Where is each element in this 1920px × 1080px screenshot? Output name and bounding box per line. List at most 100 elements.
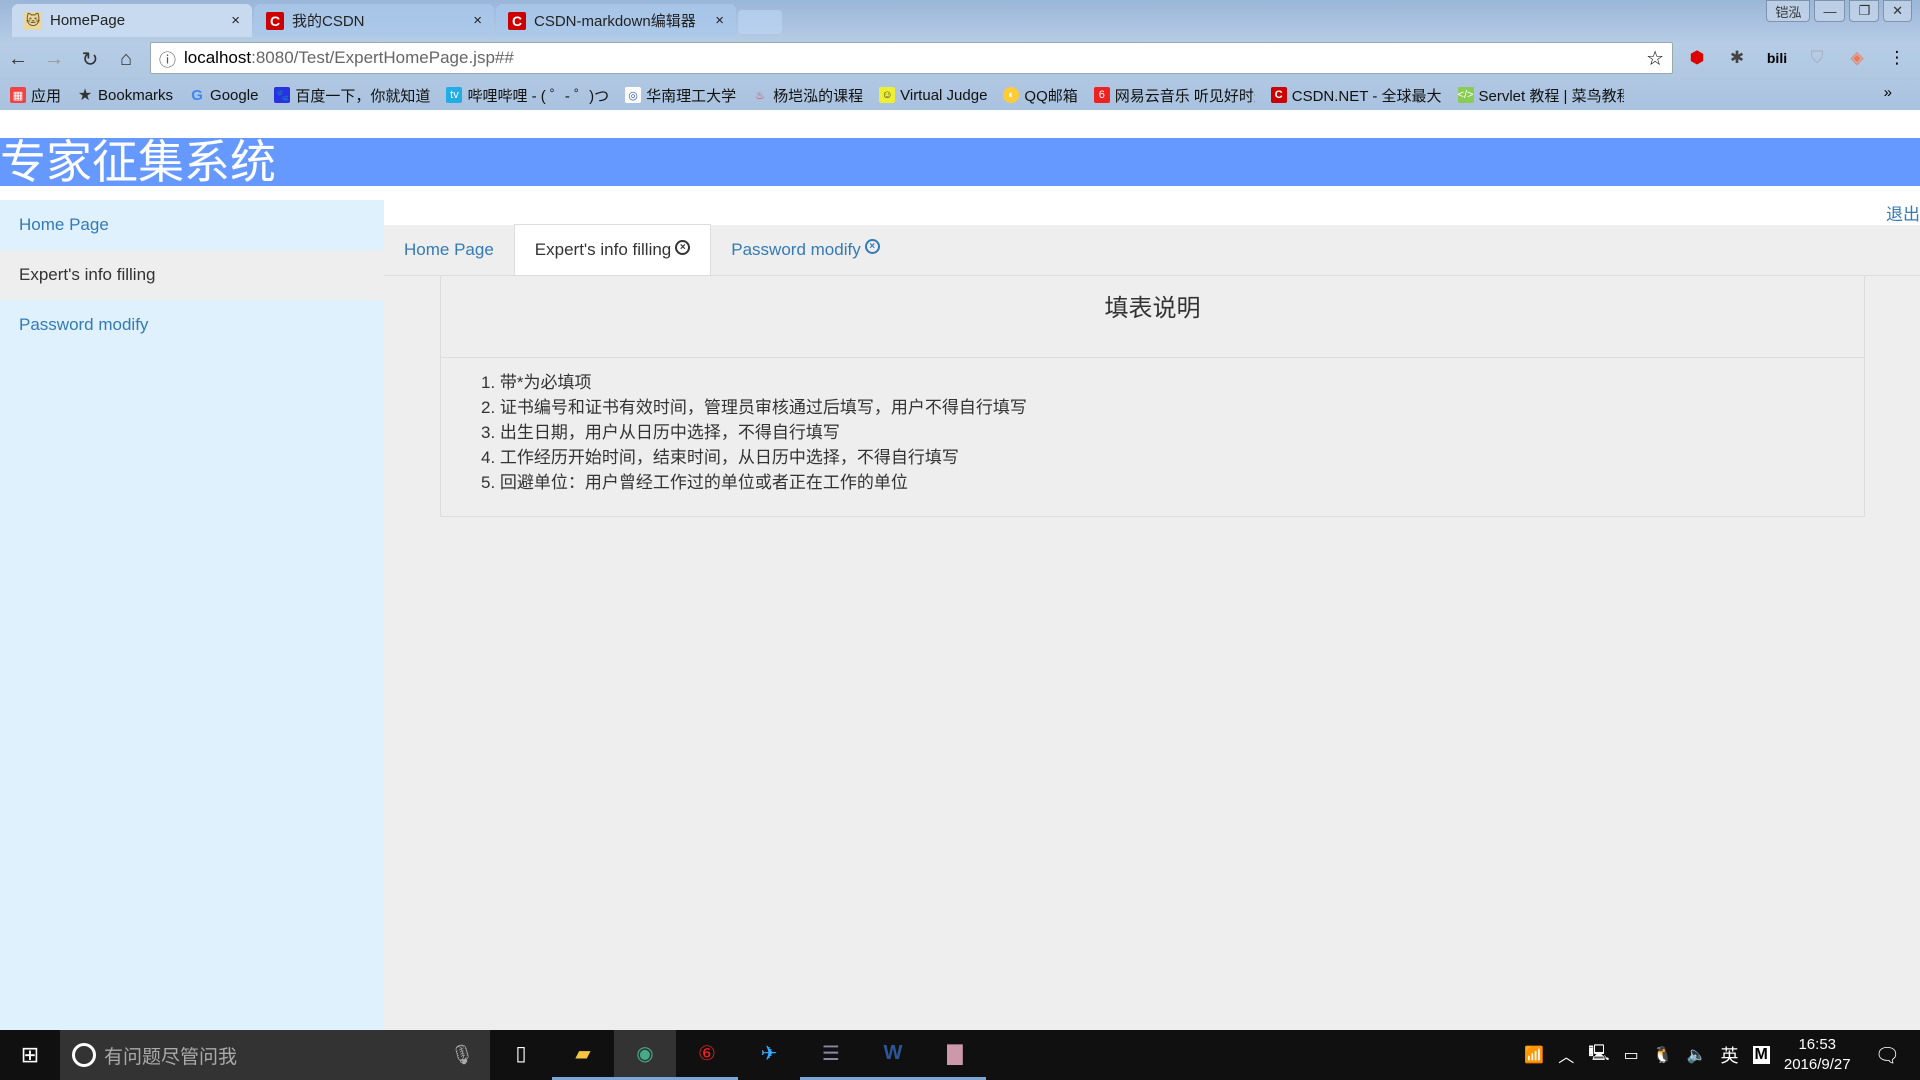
bookmark-item[interactable]: ◎ 华南理工大学 [625,85,736,106]
chevron-up-icon[interactable]: ︿ [1558,1043,1574,1067]
bookmark-item[interactable]: ♨ 杨垲泓的课程 [752,85,863,106]
instructions-panel: 填表说明 1. 带*为必填项 2. 证书编号和证书有效时间，管理员审核通过后填写… [440,276,1865,517]
qq-icon[interactable]: 🐧 [1653,1045,1673,1065]
extension-icon[interactable]: ✱ [1722,42,1752,74]
netease-music-icon: 6 [1093,87,1110,103]
bookmark-item[interactable]: ★ Bookmarks [77,87,173,105]
bookmark-item[interactable]: tv 哔哩哔哩 - ( ゜- ゜)つ [446,85,609,106]
bookmark-item[interactable]: ◐ QQ邮箱 [1003,85,1078,106]
bookmark-item[interactable]: ☺ Virtual Judge [879,87,987,104]
sidebar-item-password-modify[interactable]: Password modify [0,300,384,350]
chrome-icon[interactable]: ◉ [614,1030,676,1080]
qq-mail-icon: ◐ [1003,87,1020,103]
wifi-icon[interactable]: 📶 [1524,1045,1544,1065]
bookmark-item[interactable]: C CSDN.NET - 全球最大 [1270,85,1442,106]
apps-icon: ▦ [10,87,26,103]
restore-button[interactable]: ❐ [1849,0,1880,22]
word-icon[interactable]: W [862,1030,924,1080]
minimize-button[interactable]: — [1814,0,1846,22]
bookmarks-bar: ▦ 应用 ★ Bookmarks G Google 🐾 百度一下，你就知道 tv 哔哩哔哩… [10,81,1624,109]
cortana-search-box[interactable]: 有问题尽管问我 🎙 [60,1030,490,1080]
app-icon[interactable]: ▇ [924,1030,986,1080]
bilibili-icon[interactable]: bili [1762,42,1792,74]
netease-music-icon[interactable]: ⑥ [676,1030,738,1080]
close-window-button[interactable]: ✕ [1883,0,1912,22]
list-item: 5. 回避单位：用户曾经工作过的单位或者正在工作的单位 [481,473,908,492]
notification-icon[interactable]: 🗨 [1875,1043,1900,1068]
file-explorer-icon[interactable]: ▰ [552,1030,614,1080]
taskbar: ⊞ 有问题尽管问我 🎙 ▯ ▰ ◉ ⑥ ✈ ☰ W ▇ 📶 ︿ 🖳 ▭ 🐧 🔈 … [0,1030,1920,1080]
browser-tab-csdn[interactable]: C 我的CSDN × [254,4,494,37]
ime-indicator[interactable]: 英 [1721,1042,1739,1068]
network-icon[interactable]: 🖳 [1588,1042,1609,1069]
forward-icon[interactable]: → [36,48,72,71]
bookmark-item[interactable]: </> Servlet 教程 | 菜鸟教程 [1457,85,1624,106]
close-tab-icon[interactable]: × [864,239,880,254]
clock[interactable]: 16:53 2016/9/27 [1784,1035,1851,1075]
scut-icon: ◎ [625,87,642,103]
bird-app-icon[interactable]: ✈ [738,1030,800,1080]
bookmark-item[interactable]: 🐾 百度一下，你就知道 [274,85,430,106]
star-icon: ★ [77,87,93,104]
page-header: 专家征集系统 [0,138,1920,186]
list-item: 2. 证书编号和证书有效时间，管理员审核通过后填写，用户不得自行填写 [481,398,1027,417]
tab-password-modify[interactable]: Password modify × [711,224,899,275]
flame-icon: ♨ [755,89,766,102]
close-icon[interactable]: × [473,12,482,29]
bilibili-icon: tv [446,87,463,103]
tab-home-page[interactable]: Home Page [384,224,514,275]
system-tray: 📶 ︿ 🖳 ▭ 🐧 🔈 英 M 16:53 2016/9/27 🗨 [1524,1030,1920,1080]
csdn-icon: C [1270,87,1287,103]
tab-strip: 🐱 HomePage × C 我的CSDN × C CSDN-markdown编辑器 × [12,4,782,37]
home-icon[interactable]: ⌂ [108,48,144,71]
new-tab-button[interactable] [738,10,782,34]
list-item: 1. 带*为必填项 [481,373,592,392]
close-icon[interactable]: × [231,12,240,29]
sidebar-item-experts-info-filling[interactable]: Expert's info filling [0,250,384,300]
ime-mode-indicator[interactable]: M [1752,1046,1770,1064]
bookmark-item[interactable]: G Google [189,87,258,104]
browser-tab-homepage[interactable]: 🐱 HomePage × [12,4,252,37]
csdn-icon: C [266,11,284,30]
more-bookmarks-button[interactable]: » [1884,84,1892,101]
list-item: 4. 工作经历开始时间，结束时间，从日历中选择，不得自行填写 [481,448,959,467]
battery-icon[interactable]: ▭ [1624,1045,1639,1065]
reload-icon[interactable]: ↻ [72,47,108,72]
volume-icon[interactable]: 🔈 [1687,1045,1707,1065]
bookmark-item[interactable]: 6 网易云音乐 听见好时光 [1093,85,1255,106]
shield-icon[interactable]: ⛉ [1802,42,1832,74]
close-tab-icon[interactable]: × [675,239,691,255]
site-title: 专家征集系统 [0,136,276,188]
smiley-icon: ☺ [879,87,896,103]
google-icon: G [191,86,203,104]
panel-title: 填表说明 [441,276,1864,358]
task-view-icon[interactable]: ▯ [490,1030,552,1080]
runoob-icon: </> [1457,87,1474,103]
address-bar[interactable]: ⓘ localhost:8080/Test/ExpertHomePage.jsp… [150,42,1673,74]
close-icon[interactable]: × [715,12,724,29]
content-tabs: Home Page Expert's info filling × Passwor… [384,224,1920,276]
cortana-icon [72,1043,96,1067]
windows-start-icon[interactable]: ⊞ [0,1042,60,1068]
tomcat-icon: 🐱 [24,11,42,30]
eclipse-icon[interactable]: ☰ [800,1030,862,1080]
csdn-icon: C [508,11,526,30]
menu-icon[interactable]: ⋮ [1882,42,1912,74]
bookmark-apps[interactable]: ▦ 应用 [10,85,61,106]
microphone-icon[interactable]: 🎙 [450,1043,474,1067]
instructions-list: 1. 带*为必填项 2. 证书编号和证书有效时间，管理员审核通过后填写，用户不得… [441,358,1864,495]
browser-tab-csdn-markdown[interactable]: C CSDN-markdown编辑器 × [496,4,736,37]
info-icon[interactable]: ⓘ [159,46,176,71]
browser-chrome: 🐱 HomePage × C 我的CSDN × C CSDN-markdown编辑器 × 铠… [0,0,1920,110]
adblock-icon[interactable]: ⬢ [1682,42,1712,74]
bookmark-star-icon[interactable]: ☆ [1646,46,1664,71]
list-item: 3. 出生日期，用户从日历中选择，不得自行填写 [481,423,840,442]
logout-link[interactable]: 退出 [1886,200,1920,225]
sidebar: Home Page Expert's info filling Password… [0,200,384,1030]
sidebar-item-home-page[interactable]: Home Page [0,200,384,250]
profile-button[interactable]: 铠泓 [1766,0,1811,22]
back-icon[interactable]: ← [0,48,36,71]
baidu-icon: 🐾 [274,87,291,103]
tab-experts-info-filling[interactable]: Expert's info filling × [513,224,712,275]
feed-icon[interactable]: ◈ [1842,42,1872,74]
